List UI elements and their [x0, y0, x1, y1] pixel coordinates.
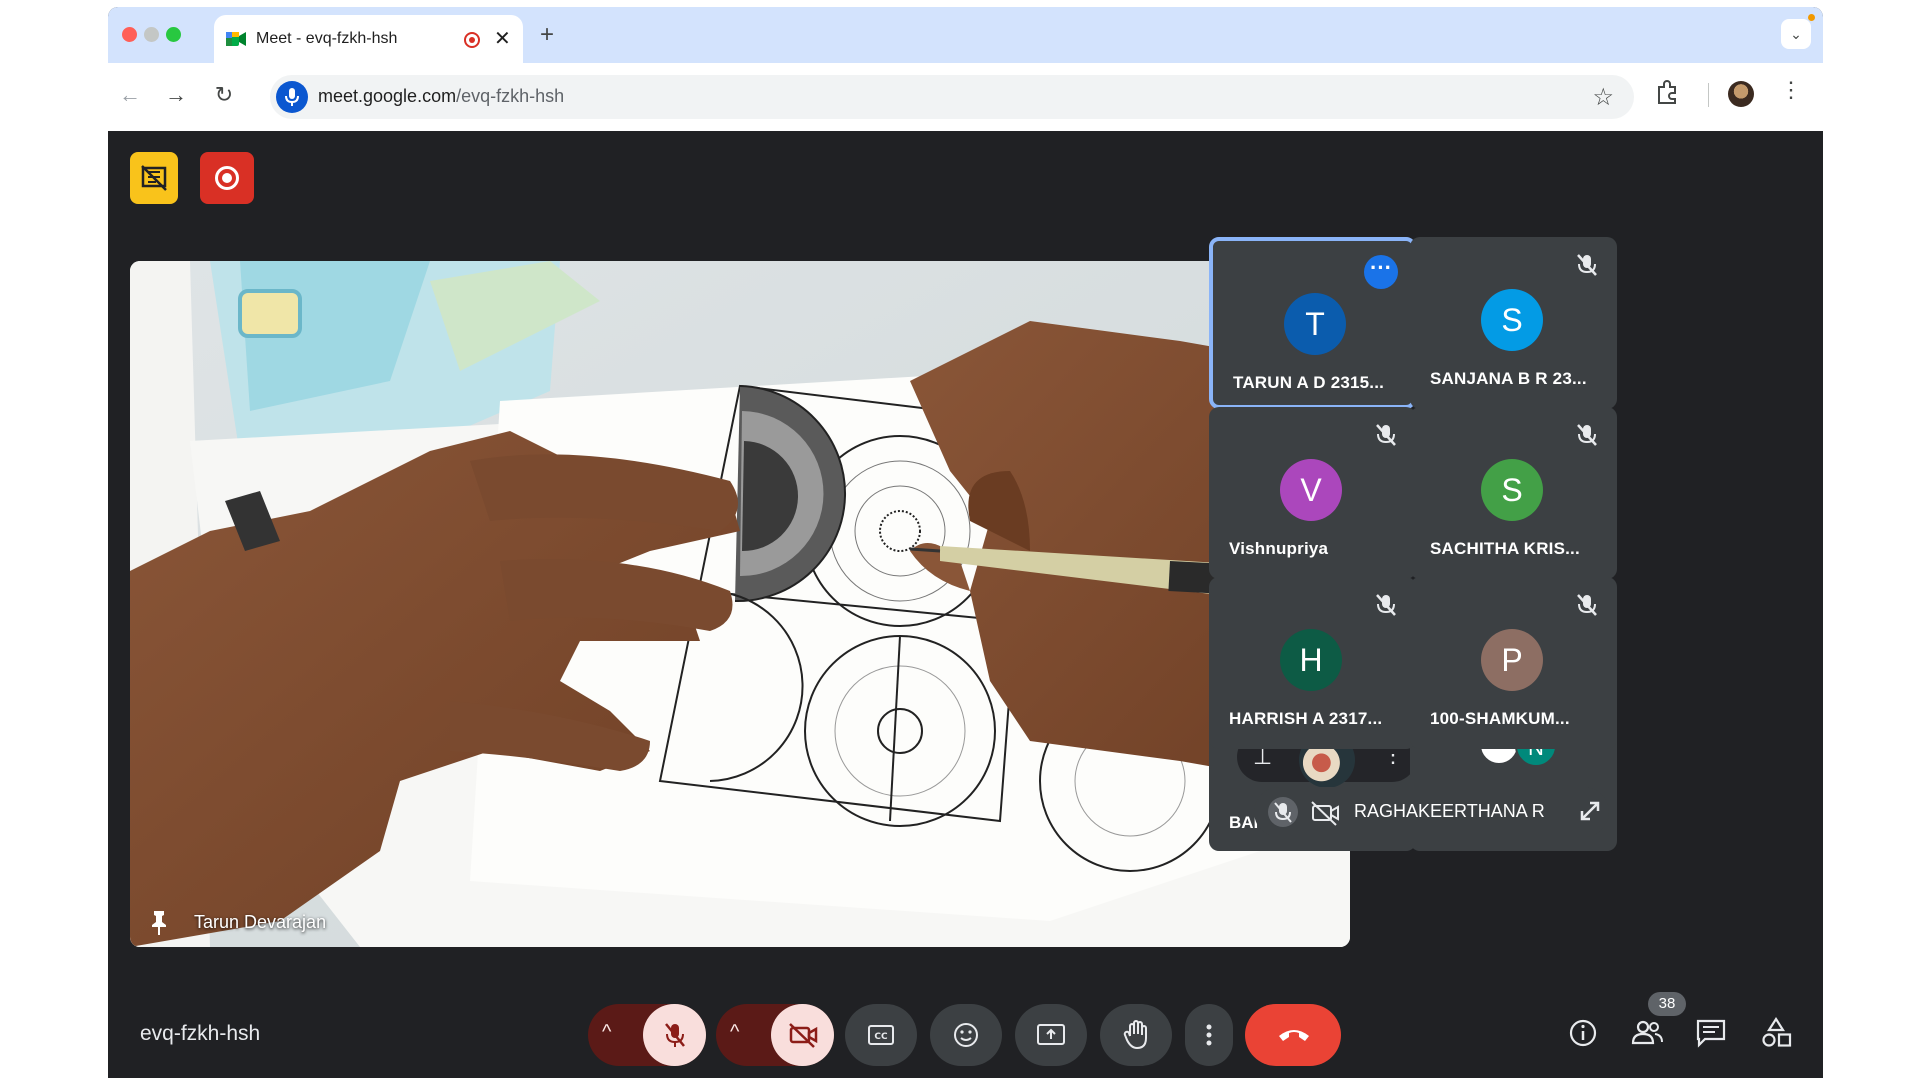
meet-favicon-icon: [226, 32, 246, 46]
closed-captions-icon: CC: [868, 1025, 894, 1045]
camera-toggle-button[interactable]: [771, 1004, 834, 1066]
chat-icon[interactable]: [1693, 1015, 1729, 1051]
camera-control-group: ^: [716, 1004, 834, 1066]
mic-control-group: ^: [588, 1004, 706, 1066]
bookmark-star-icon[interactable]: ☆: [1592, 83, 1614, 112]
expand-icon[interactable]: [1576, 797, 1604, 825]
browser-window: Meet - evq-fzkh-hsh ✕ + ⌄ ← → ↻ meet.goo…: [108, 7, 1823, 1078]
meeting-details-icon[interactable]: [1565, 1015, 1601, 1051]
avatar: S: [1481, 289, 1543, 351]
close-window-button[interactable]: [122, 27, 137, 42]
meeting-controls-bar: evq-fzkh-hsh ^ ^ CC 38: [108, 992, 1823, 1078]
mic-off-icon: [1268, 797, 1298, 827]
mic-off-icon: [1577, 424, 1597, 446]
participant-name: Vishnupriya: [1229, 539, 1329, 558]
mic-off-icon: [1376, 594, 1396, 616]
profile-avatar[interactable]: [1728, 81, 1754, 107]
forward-arrow-icon[interactable]: →: [160, 79, 192, 111]
avatar: S: [1481, 459, 1543, 521]
participant-name: 100-SHAMKUM...: [1430, 709, 1570, 728]
microphone-toggle-button[interactable]: [643, 1004, 706, 1066]
mic-off-icon: [1577, 594, 1597, 616]
mic-off-icon: [1577, 254, 1597, 276]
microphone-in-use-icon[interactable]: [276, 81, 308, 113]
participant-name: TARUN A D 2315...: [1233, 373, 1385, 392]
present-screen-button[interactable]: [1015, 1004, 1087, 1066]
self-view-name: RAGHAKEERTHANA R: [1354, 801, 1545, 821]
reactions-button[interactable]: [930, 1004, 1002, 1066]
content-restricted-badge[interactable]: [130, 152, 178, 204]
more-options-button[interactable]: [1185, 1004, 1233, 1066]
extensions-puzzle-icon[interactable]: [1653, 79, 1681, 107]
mic-off-icon: [1376, 424, 1396, 446]
chevron-up-icon[interactable]: ^: [602, 1021, 611, 1044]
participant-tile[interactable]: S SANJANA B R 23...: [1410, 237, 1617, 409]
participant-tile[interactable]: V Vishnupriya: [1209, 407, 1416, 579]
camera-off-icon: [1311, 801, 1339, 826]
more-options-icon[interactable]: ···: [1364, 255, 1398, 289]
drawing-scene-image: [130, 261, 1350, 947]
url-host: meet.google.com: [318, 86, 457, 106]
participant-name: SANJANA B R 23...: [1430, 369, 1587, 388]
end-call-icon: [1279, 1030, 1309, 1041]
participant-name: SACHITHA KRIS...: [1430, 539, 1580, 558]
no-present-icon: [141, 165, 167, 191]
back-arrow-icon[interactable]: ←: [114, 79, 146, 111]
meet-stage: Tarun Devarajan ⊥ ⋮ BAl Talk N: [108, 131, 1823, 1078]
tab-search-button[interactable]: ⌄: [1781, 19, 1811, 49]
close-tab-icon[interactable]: ✕: [494, 26, 511, 51]
browser-toolbar: ← → ↻ meet.google.com/evq-fzkh-hsh ☆ ⋮: [108, 63, 1823, 131]
svg-text:CC: CC: [874, 1032, 888, 1042]
participant-tile[interactable]: S SACHITHA KRIS...: [1410, 407, 1617, 579]
self-view-pill[interactable]: RAGHAKEERTHANA R: [1254, 787, 1609, 837]
avatar: T: [1284, 293, 1346, 355]
emoji-icon: [954, 1023, 978, 1047]
notification-dot: [1808, 14, 1815, 21]
avatar: P: [1481, 629, 1543, 691]
chevron-up-icon[interactable]: ^: [730, 1021, 739, 1044]
camera-off-icon: [788, 1023, 817, 1048]
avatar: H: [1280, 629, 1342, 691]
tab-strip: Meet - evq-fzkh-hsh ✕ + ⌄: [108, 7, 1823, 63]
reload-icon[interactable]: ↻: [208, 79, 240, 111]
minimize-window-button[interactable]: [144, 27, 159, 42]
url-path: /evq-fzkh-hsh: [456, 86, 565, 106]
record-icon: [215, 166, 239, 190]
mic-off-icon: [664, 1023, 685, 1047]
activities-icon[interactable]: [1758, 1015, 1794, 1051]
raise-hand-button[interactable]: [1100, 1004, 1172, 1066]
main-speaker-name: Tarun Devarajan: [194, 912, 327, 932]
recording-indicator-icon: [464, 32, 480, 48]
participant-tile[interactable]: P 100-SHAMKUM...: [1410, 577, 1617, 749]
more-vert-icon: [1206, 1024, 1212, 1046]
toolbar-divider: [1708, 83, 1709, 107]
pin-icon[interactable]: [144, 907, 174, 937]
url-text: meet.google.com/evq-fzkh-hsh: [318, 86, 564, 107]
participant-tile[interactable]: T TARUN A D 2315... ···: [1209, 237, 1416, 409]
recording-badge[interactable]: [200, 152, 254, 204]
chrome-menu-icon[interactable]: ⋮: [1780, 77, 1802, 103]
browser-tab-meet[interactable]: Meet - evq-fzkh-hsh ✕: [214, 15, 523, 63]
address-bar[interactable]: meet.google.com/evq-fzkh-hsh ☆: [270, 75, 1634, 119]
people-icon[interactable]: [1629, 1015, 1665, 1051]
leave-call-button[interactable]: [1245, 1004, 1341, 1066]
tab-title: Meet - evq-fzkh-hsh: [256, 30, 398, 47]
avatar: V: [1280, 459, 1342, 521]
maximize-window-button[interactable]: [166, 27, 181, 42]
new-tab-button[interactable]: +: [540, 21, 554, 49]
raise-hand-icon: [1123, 1020, 1147, 1050]
participant-tile[interactable]: H HARRISH A 2317...: [1209, 577, 1416, 749]
main-video-feed[interactable]: Tarun Devarajan: [130, 261, 1350, 947]
meeting-code: evq-fzkh-hsh: [140, 1022, 261, 1045]
present-screen-icon: [1037, 1024, 1065, 1045]
participant-name: HARRISH A 2317...: [1229, 709, 1383, 728]
captions-button[interactable]: CC: [845, 1004, 917, 1066]
participant-count-badge: 38: [1648, 992, 1686, 1016]
